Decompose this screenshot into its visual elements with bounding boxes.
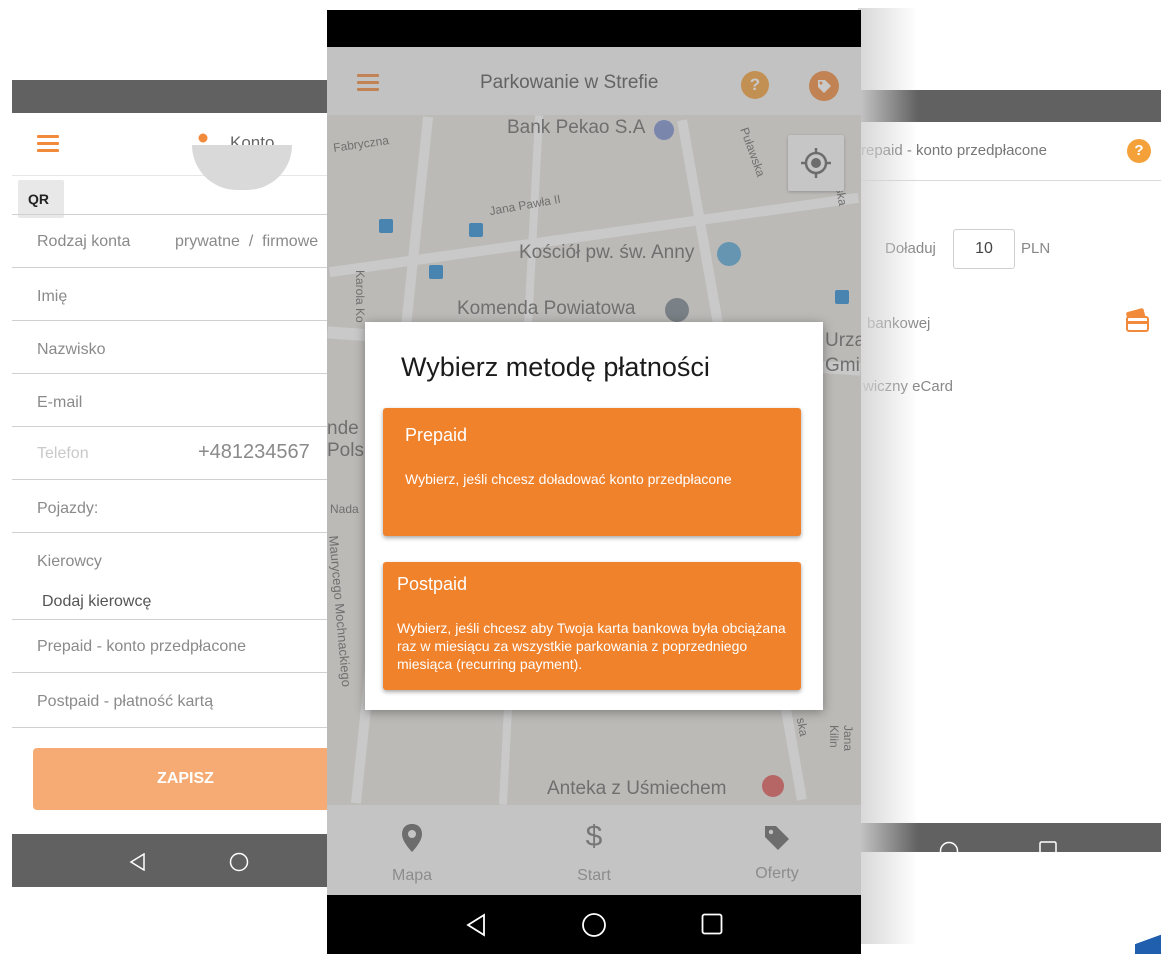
recents-icon[interactable] — [1039, 841, 1057, 852]
back-icon[interactable] — [465, 913, 487, 937]
recents-icon[interactable] — [701, 913, 723, 935]
help-icon[interactable]: ? — [1127, 139, 1151, 163]
prepaid-option-button[interactable]: Prepaid Wybierz, jeśli chcesz doładować … — [383, 408, 801, 536]
postpaid-row[interactable]: Postpaid - płatność kartą — [12, 672, 337, 728]
shadow-strip — [858, 8, 918, 944]
corner-decoration — [1135, 930, 1161, 954]
account-type-toggle[interactable]: prywatne / firmowe — [175, 233, 318, 251]
field-account-type[interactable]: Rodzaj konta prywatne / firmowe — [12, 214, 337, 267]
credit-card-icon[interactable] — [1124, 308, 1150, 334]
menu-icon[interactable] — [37, 135, 59, 152]
last-name-field[interactable]: Nazwisko — [12, 320, 337, 373]
email-field[interactable]: E-mail — [12, 373, 337, 426]
home-icon[interactable] — [939, 841, 959, 852]
topup-amount-input[interactable]: 10 — [953, 229, 1015, 269]
system-nav-bar — [12, 834, 337, 887]
postpaid-option-button[interactable]: Postpaid Wybierz, jeśli chcesz aby Twoja… — [383, 562, 801, 690]
field-label: Prepaid - konto przedpłacone — [37, 638, 247, 655]
field-label: Kierowcy — [37, 553, 102, 570]
status-bar — [327, 10, 861, 47]
save-button[interactable]: ZAPISZ — [33, 748, 337, 810]
option-title: Postpaid — [397, 574, 468, 594]
add-driver-link[interactable]: Dodaj kierowcę — [42, 593, 151, 611]
dialog-title: Wybierz metodę płatności — [401, 352, 710, 382]
system-nav-bar — [327, 895, 861, 954]
option-description: Wybierz, jeśli chcesz aby Twoja karta ba… — [397, 620, 786, 672]
home-icon[interactable] — [229, 852, 249, 872]
option-title: Prepaid — [405, 425, 468, 445]
field-label: Telefon — [37, 445, 89, 462]
option-description: Wybierz, jeśli chcesz doładować konto pr… — [405, 471, 732, 487]
payment-method-dialog: Wybierz metodę płatności Prepaid Wybierz… — [365, 322, 823, 710]
field-label: Postpaid - płatność kartą — [37, 693, 214, 710]
first-name-field[interactable]: Imię — [12, 267, 337, 320]
field-label: Rodzaj konta — [37, 233, 131, 250]
status-bar — [12, 80, 337, 113]
phone-value[interactable]: +481234567 — [198, 441, 310, 464]
field-label: E-mail — [37, 394, 83, 411]
drivers-field: Kierowcy Dodaj kierowcę — [12, 532, 337, 619]
prepaid-row[interactable]: Prepaid - konto przedpłacone — [12, 619, 337, 672]
back-icon[interactable] — [129, 853, 147, 871]
field-label: Pojazdy: — [37, 500, 99, 517]
avatar[interactable] — [192, 145, 292, 190]
qr-button[interactable]: QR — [18, 180, 64, 218]
currency-label: PLN — [1021, 240, 1051, 257]
konto-screen: Konto QR Rodzaj konta prywatne / firmowe… — [12, 80, 337, 887]
field-label: Nazwisko — [37, 341, 106, 358]
phone-field[interactable]: Telefon +481234567 — [12, 426, 337, 479]
vehicles-field[interactable]: Pojazdy: — [12, 479, 337, 532]
field-label: Imię — [37, 288, 68, 305]
home-icon[interactable] — [581, 912, 607, 938]
